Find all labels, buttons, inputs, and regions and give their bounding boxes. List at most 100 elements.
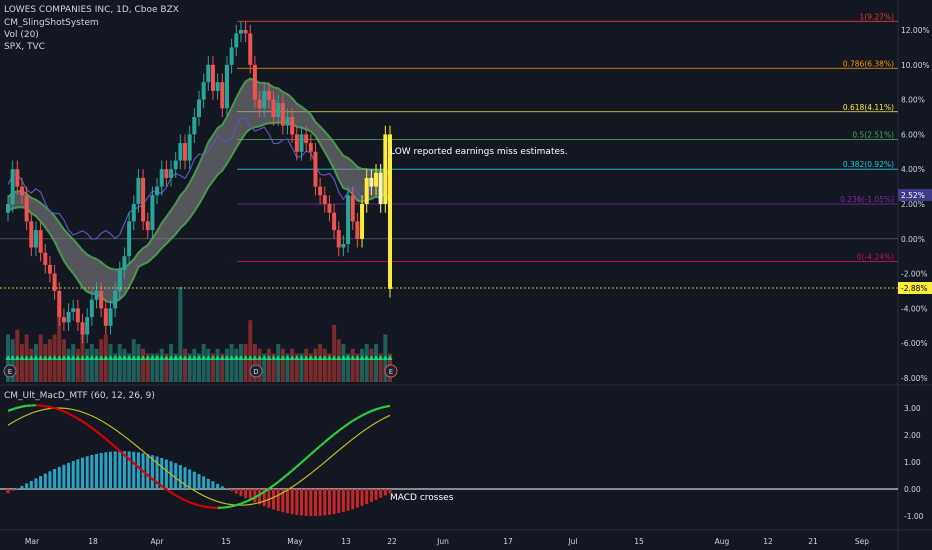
candle-body: [33, 230, 38, 248]
time-axis-tick: Apr: [151, 537, 165, 546]
macd-hist-bar: [355, 489, 359, 508]
macd-line-segment: [63, 410, 70, 415]
macd-line-segment: [235, 502, 242, 507]
macd-hist-bar: [76, 459, 80, 489]
volume-bar: [224, 348, 229, 382]
volume-bar: [122, 348, 127, 382]
macd-hist-bar: [327, 489, 331, 515]
volume-bar: [276, 344, 281, 382]
candle-body: [66, 311, 71, 323]
candle-body: [15, 169, 20, 187]
macd-hist-bar: [220, 486, 224, 489]
candle-body: [94, 291, 99, 300]
candle-body: [201, 82, 206, 100]
volume-bar: [304, 348, 309, 382]
macd-hist-bar: [309, 489, 313, 516]
macd-line-segment: [100, 434, 107, 440]
time-axis-tick: Jun: [436, 537, 449, 546]
time-axis-tick: Aug: [715, 537, 730, 546]
macd-line-segment: [268, 484, 275, 490]
macd-hist-bar: [383, 489, 387, 496]
macd-line-segment: [81, 420, 88, 426]
candle-body: [169, 169, 174, 178]
volume-bar: [19, 344, 24, 382]
candle-body: [215, 82, 220, 91]
macd-hist-bar: [230, 489, 234, 492]
macd-hist-bar: [290, 489, 294, 515]
candle-body: [374, 172, 379, 187]
macd-line-segment: [194, 502, 200, 507]
volume-bar: [75, 348, 80, 382]
volume-bar: [29, 348, 34, 382]
macd-line-segment: [333, 429, 340, 436]
macd-line-segment: [305, 453, 312, 460]
macd-line-segment: [328, 433, 335, 439]
candle-body: [322, 195, 327, 204]
macd-hist-bar: [39, 476, 43, 489]
macd-hist-bar: [206, 478, 210, 489]
macd-line-segment: [342, 423, 349, 429]
indicator-spx[interactable]: SPX, TVC: [4, 42, 45, 52]
indicator-slingshot[interactable]: CM_SlingShotSystem: [4, 18, 99, 28]
candle-body: [346, 195, 351, 245]
volume-bar: [290, 348, 295, 382]
candle-body: [159, 169, 164, 187]
macd-hist-bar: [379, 489, 383, 498]
macd-line-segment: [245, 498, 251, 503]
macd-hist-bar: [318, 489, 322, 516]
macd-line-segment: [231, 504, 237, 508]
volume-bar: [374, 344, 379, 382]
candle-body: [197, 99, 201, 117]
macd-line-segment: [375, 406, 382, 411]
candle-body: [6, 204, 10, 213]
macd-hist-bar: [174, 463, 178, 489]
candle-body: [136, 177, 141, 204]
candle-body: [173, 160, 178, 170]
macd-hist-bar: [244, 489, 248, 499]
macd-hist-bar: [113, 451, 117, 489]
macd-hist-bar: [332, 489, 336, 515]
macd-line-segment: [189, 501, 195, 505]
macd-hist-bar: [337, 489, 341, 514]
candle-body: [266, 90, 271, 100]
macd-annotation: MACD crosses: [390, 493, 454, 503]
candle-body: [192, 117, 197, 135]
candle-body: [285, 117, 290, 126]
macd-hist-bar: [43, 473, 47, 489]
volume-bar: [364, 344, 369, 382]
macd-hist-bar: [276, 489, 280, 511]
macd-axis-tick: 3.00: [904, 404, 921, 413]
macd-hist-bar: [188, 469, 192, 489]
volume-bar: [238, 344, 243, 382]
last-price-tag: -2.88%: [901, 284, 928, 293]
volume-bar: [201, 344, 206, 382]
macd-line-segment: [7, 408, 14, 412]
time-axis-tick: May: [287, 537, 303, 546]
candle-body: [89, 299, 94, 318]
candle-body: [29, 221, 34, 248]
candle-body: [99, 291, 104, 309]
macd-line-segment: [17, 405, 23, 409]
indicator-volume[interactable]: Vol (20): [4, 30, 39, 40]
chart-canvas[interactable]: 1(9.27%) 0.786(6.38%) 0.618(4.11%) 0.5(2.51…: [0, 0, 932, 550]
volume-bar: [66, 348, 71, 382]
macd-hist-bar: [234, 489, 238, 494]
macd-hist-bar: [286, 489, 290, 514]
macd-line-segment: [370, 408, 377, 413]
time-axis-tick: 22: [387, 537, 397, 546]
volume-bar: [136, 344, 141, 382]
macd-title[interactable]: CM_Ult_MacD_MTF (60, 12, 26, 9): [4, 391, 155, 401]
time-axis-tick: 15: [634, 537, 644, 546]
candle-body: [10, 169, 15, 204]
macd-line-segment: [352, 417, 358, 422]
event-marker-label: E: [8, 368, 12, 376]
candle-body: [369, 177, 374, 187]
candle-body: [355, 221, 360, 239]
volume-bar: [141, 348, 146, 382]
candle-body: [206, 64, 211, 83]
macd-hist-bar: [118, 451, 122, 489]
volume-bar: [336, 339, 341, 382]
time-axis-tick: 18: [88, 537, 98, 546]
fib-label: 0.382(0.92%): [843, 160, 894, 169]
macd-line-segment: [72, 414, 79, 420]
